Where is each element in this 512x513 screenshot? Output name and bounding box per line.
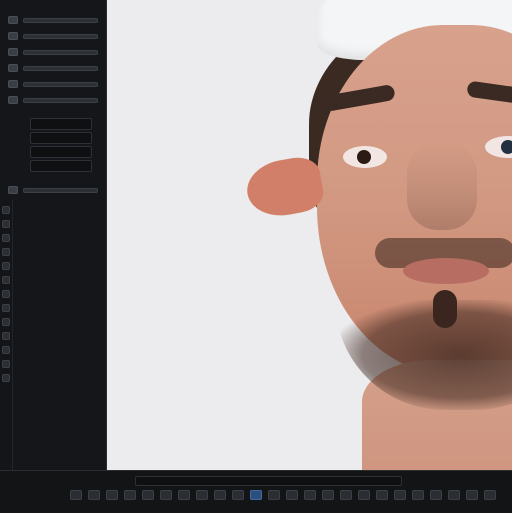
- control-row[interactable]: [8, 78, 98, 90]
- tool-icon[interactable]: [2, 346, 10, 354]
- image-viewport[interactable]: [107, 0, 512, 470]
- control-row[interactable]: [8, 46, 98, 58]
- toggle-icon[interactable]: [8, 96, 18, 104]
- toolbar-icon[interactable]: [322, 490, 334, 500]
- tool-icon[interactable]: [2, 318, 10, 326]
- toolbar-icon[interactable]: [484, 490, 496, 500]
- toolbar-icon[interactable]: [88, 490, 100, 500]
- tool-icon[interactable]: [2, 262, 10, 270]
- toolbar-icon[interactable]: [124, 490, 136, 500]
- toolbar-icon[interactable]: [160, 490, 172, 500]
- nose: [407, 140, 477, 230]
- toolbar-icon[interactable]: [358, 490, 370, 500]
- toolbar-icon[interactable]: [412, 490, 424, 500]
- tool-icon[interactable]: [2, 276, 10, 284]
- toggle-icon[interactable]: [8, 32, 18, 40]
- toggle-icon[interactable]: [8, 186, 18, 194]
- goatee: [433, 290, 457, 328]
- left-sidebar-panel: [0, 0, 107, 470]
- toolbar-icon[interactable]: [178, 490, 190, 500]
- tool-icon[interactable]: [2, 360, 10, 368]
- property-field[interactable]: [30, 146, 92, 158]
- slider-track[interactable]: [23, 33, 98, 39]
- toolbar-icon[interactable]: [376, 490, 388, 500]
- toolbar-icon[interactable]: [286, 490, 298, 500]
- toolbar-icon[interactable]: [70, 490, 82, 500]
- slider-track[interactable]: [23, 49, 98, 55]
- beard: [335, 300, 512, 410]
- toolbar-icon[interactable]: [196, 490, 208, 500]
- timeline-field[interactable]: [135, 476, 402, 486]
- left-eye: [343, 146, 387, 168]
- tool-icon[interactable]: [2, 234, 10, 242]
- tool-icon[interactable]: [2, 248, 10, 256]
- toolbar-icon[interactable]: [448, 490, 460, 500]
- tool-icon[interactable]: [2, 206, 10, 214]
- slider-track[interactable]: [23, 97, 98, 103]
- toolbar-icon[interactable]: [430, 490, 442, 500]
- tool-icon[interactable]: [2, 290, 10, 298]
- toolbar-icon-active[interactable]: [250, 490, 262, 500]
- sidebar-controls: [0, 0, 106, 200]
- toolbar-icon[interactable]: [304, 490, 316, 500]
- tool-icon[interactable]: [2, 220, 10, 228]
- slider-track[interactable]: [23, 17, 98, 23]
- left-tool-column: [0, 200, 13, 470]
- control-row[interactable]: [8, 94, 98, 106]
- slider-track[interactable]: [23, 65, 98, 71]
- tool-icon[interactable]: [2, 332, 10, 340]
- left-ear: [242, 153, 327, 222]
- toggle-icon[interactable]: [8, 48, 18, 56]
- control-row[interactable]: [8, 62, 98, 74]
- toggle-icon[interactable]: [8, 64, 18, 72]
- control-row[interactable]: [8, 14, 98, 26]
- slider-track[interactable]: [23, 187, 98, 193]
- tool-icon[interactable]: [2, 374, 10, 382]
- mouth: [403, 258, 489, 284]
- toolbar-icon[interactable]: [466, 490, 478, 500]
- slider-track[interactable]: [23, 81, 98, 87]
- toggle-icon[interactable]: [8, 16, 18, 24]
- tool-icon[interactable]: [2, 304, 10, 312]
- control-row[interactable]: [8, 184, 98, 196]
- toggle-icon[interactable]: [8, 80, 18, 88]
- property-field[interactable]: [30, 132, 92, 144]
- toolbar-icon[interactable]: [142, 490, 154, 500]
- toolbar-icon[interactable]: [106, 490, 118, 500]
- toolbar-icon[interactable]: [340, 490, 352, 500]
- control-row[interactable]: [8, 30, 98, 42]
- property-field[interactable]: [30, 160, 92, 172]
- toolbar-icon[interactable]: [268, 490, 280, 500]
- property-field[interactable]: [30, 118, 92, 130]
- toolbar-icon[interactable]: [214, 490, 226, 500]
- toolbar-icon[interactable]: [394, 490, 406, 500]
- toolbar-icon[interactable]: [232, 490, 244, 500]
